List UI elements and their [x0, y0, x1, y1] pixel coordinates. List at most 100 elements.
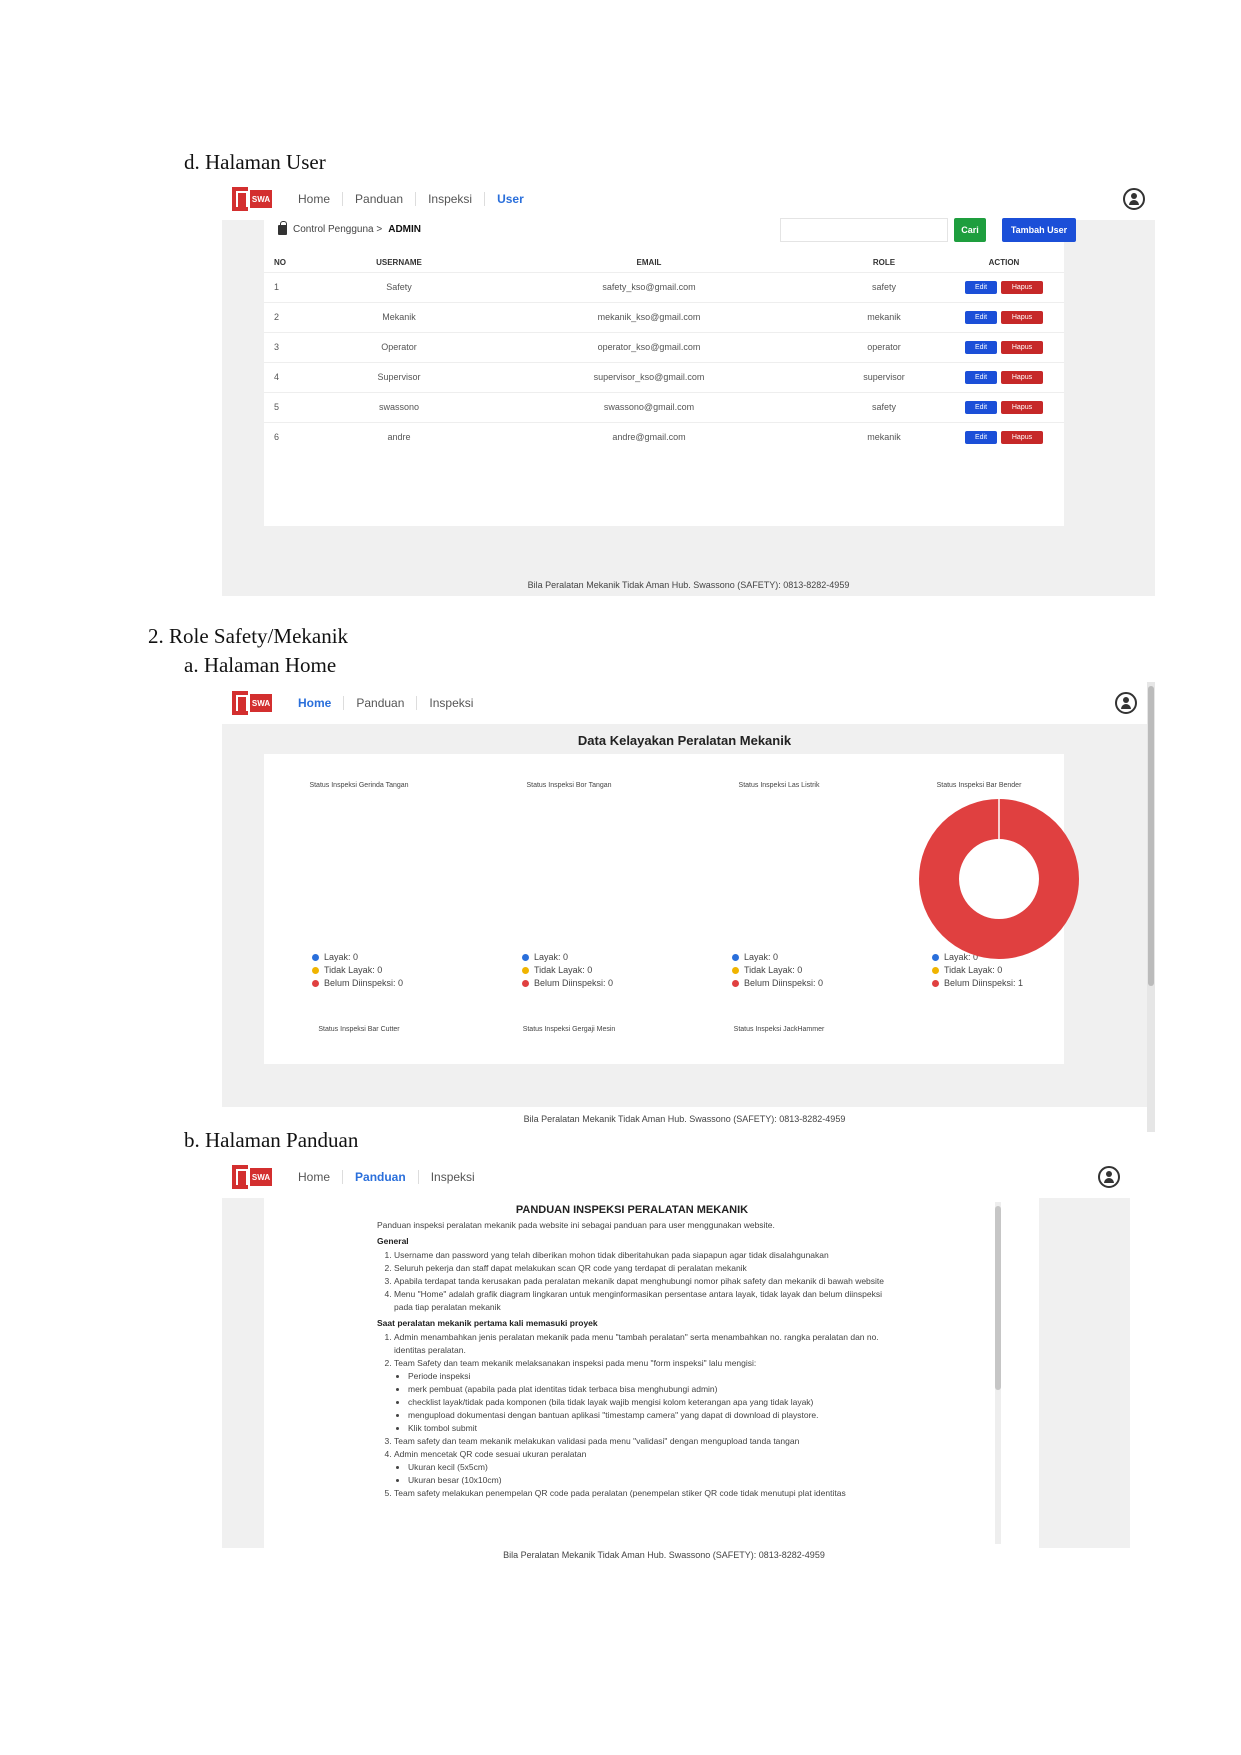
legend-item-belum: Belum Diinspeksi: 0	[522, 978, 613, 988]
logo[interactable]: SWA	[232, 690, 272, 716]
legend-dot	[732, 966, 739, 974]
table-row: 6 andre andre@gmail.com mekanik Edit Hapus	[264, 421, 1064, 452]
nav-panduan[interactable]: Panduan	[343, 1170, 419, 1184]
edit-button[interactable]: Edit	[965, 340, 997, 354]
legend-dot	[732, 979, 739, 987]
nav-inspeksi[interactable]: Inspeksi	[416, 192, 486, 206]
home-title: Data Kelayakan Peralatan Mekanik	[577, 733, 792, 748]
chart-title: Status Inspeksi Bar Cutter	[318, 1026, 400, 1033]
content-scrollbar[interactable]	[995, 1202, 1001, 1544]
cell-username: Supervisor	[324, 361, 474, 392]
cell-action: Edit Hapus	[944, 331, 1064, 362]
user-account-icon[interactable]	[1123, 188, 1145, 210]
cell-role: operator	[824, 331, 944, 362]
cell-no: 2	[264, 301, 324, 332]
chart-title: Status Inspeksi Las Listrik	[738, 782, 820, 789]
edit-button[interactable]: Edit	[965, 370, 997, 384]
nav-home[interactable]: Home	[286, 696, 345, 710]
chart-title: Status Inspeksi JackHammer	[733, 1026, 825, 1033]
list-item: Team safety dan team mekanik melakukan v…	[394, 1435, 887, 1448]
logo[interactable]: SWA	[232, 1164, 272, 1190]
cari-button[interactable]: Cari	[954, 218, 986, 242]
hapus-button[interactable]: Hapus	[1001, 370, 1043, 384]
sub-list-item: Periode inspeksi	[408, 1370, 887, 1383]
cell-role: safety	[824, 391, 944, 422]
footer-contact: Bila Peralatan Mekanik Tidak Aman Hub. S…	[523, 1114, 846, 1124]
nav-panduan[interactable]: Panduan	[344, 696, 418, 710]
legend-label: Layak: 0	[744, 952, 779, 962]
sub-list-item: merk pembuat (apabila pada plat identita…	[408, 1383, 887, 1396]
hapus-button[interactable]: Hapus	[1001, 340, 1043, 354]
legend-item-tidak-layak: Tidak Layak: 0	[522, 965, 613, 975]
chart-title: Status Inspeksi Gergaji Mesin	[522, 1026, 616, 1033]
legend-dot	[932, 966, 939, 974]
home-page-screenshot: SWA Home Panduan Inspeksi Data Kelayakan…	[222, 682, 1155, 1132]
search-input[interactable]	[780, 218, 948, 242]
edit-button[interactable]: Edit	[965, 310, 997, 324]
users-table: NO USERNAME EMAIL ROLE ACTION 1 Safety saf…	[264, 254, 1064, 452]
edit-button[interactable]: Edit	[965, 280, 997, 294]
legend-label: Belum Diinspeksi: 0	[744, 978, 824, 988]
legend-item-tidak-layak: Tidak Layak: 0	[312, 965, 403, 975]
cell-action: Edit Hapus	[944, 301, 1064, 332]
user-page-screenshot: SWA Home Panduan Inspeksi User Control P…	[222, 178, 1155, 596]
general-list: Username dan password yang telah diberik…	[377, 1249, 887, 1314]
hapus-button[interactable]: Hapus	[1001, 310, 1043, 324]
nav-inspeksi[interactable]: Inspeksi	[417, 696, 485, 710]
nav-panduan[interactable]: Panduan	[343, 192, 417, 206]
edit-button[interactable]: Edit	[965, 400, 997, 414]
cell-no: 1	[264, 271, 324, 302]
scrollbar-thumb[interactable]	[1148, 686, 1154, 986]
nav-user[interactable]: User	[485, 192, 536, 206]
legend-dot	[522, 953, 529, 961]
lock-icon	[278, 220, 287, 235]
legend-label: Layak: 0	[534, 952, 569, 962]
logo-text: SWA	[250, 190, 272, 208]
legend-label: Tidak Layak: 0	[324, 965, 383, 975]
section2-heading: Saat peralatan mekanik pertama kali mema…	[377, 1318, 598, 1328]
table-row: 1 Safety safety_kso@gmail.com safety Edit Hap…	[264, 271, 1064, 302]
chart-title: Status Inspeksi Bor Tangan	[526, 782, 612, 789]
logo-mark-icon	[232, 691, 248, 715]
charts-panel: Status Inspeksi Gerinda Tangan Layak: 0 Ti…	[264, 754, 1079, 1064]
page-scrollbar[interactable]	[1147, 682, 1155, 1132]
logo-text: SWA	[250, 694, 272, 712]
sub-list: Ukuran kecil (5x5cm)Ukuran besar (10x10c…	[394, 1461, 887, 1487]
tambah-user-button[interactable]: Tambah User	[1002, 218, 1076, 242]
footer-contact: Bila Peralatan Mekanik Tidak Aman Hub. S…	[503, 1550, 825, 1560]
sub-list-item: Ukuran besar (10x10cm)	[408, 1474, 887, 1487]
nav-home[interactable]: Home	[286, 192, 344, 206]
sub-list-item: Klik tombol submit	[408, 1422, 887, 1435]
cell-no: 5	[264, 391, 324, 422]
edit-button[interactable]: Edit	[965, 430, 997, 444]
col-role: ROLE	[872, 258, 896, 268]
cell-action: Edit Hapus	[944, 271, 1064, 302]
legend-dot	[522, 966, 529, 974]
hapus-button[interactable]: Hapus	[1001, 430, 1043, 444]
hapus-button[interactable]: Hapus	[1001, 280, 1043, 294]
legend-dot	[932, 979, 939, 987]
legend-item-tidak-layak: Tidak Layak: 0	[932, 965, 1023, 975]
legend-dot	[312, 979, 319, 987]
user-account-icon[interactable]	[1098, 1166, 1120, 1188]
user-account-icon[interactable]	[1115, 692, 1137, 714]
nav-inspeksi[interactable]: Inspeksi	[419, 1170, 487, 1184]
logo[interactable]: SWA	[232, 186, 272, 212]
legend-item-tidak-layak: Tidak Layak: 0	[732, 965, 823, 975]
cell-action: Edit Hapus	[944, 421, 1064, 452]
list-item: Seluruh pekerja dan staff dapat melakuka…	[394, 1262, 887, 1275]
logo-mark-icon	[232, 1165, 248, 1189]
user-panel: Control Pengguna > ADMIN Cari Tambah Use…	[264, 210, 1076, 526]
table-row: 2 Mekanik mekanik_kso@gmail.com mekanik Edit…	[264, 301, 1064, 332]
sub-list-item: mengupload dokumentasi dengan bantuan ap…	[408, 1409, 887, 1422]
legend-label: Belum Diinspeksi: 0	[534, 978, 614, 988]
cell-no: 3	[264, 331, 324, 362]
scrollbar-thumb[interactable]	[995, 1206, 1001, 1390]
hapus-button[interactable]: Hapus	[1001, 400, 1043, 414]
legend-item-layak: Layak: 0	[732, 952, 823, 962]
breadcrumb: Control Pengguna > ADMIN	[278, 220, 421, 235]
sub-list: Periode inspeksimerk pembuat (apabila pa…	[394, 1370, 887, 1435]
nav-home[interactable]: Home	[286, 1170, 344, 1184]
legend-label: Tidak Layak: 0	[534, 965, 593, 975]
legend-label: Tidak Layak: 0	[944, 965, 1003, 975]
